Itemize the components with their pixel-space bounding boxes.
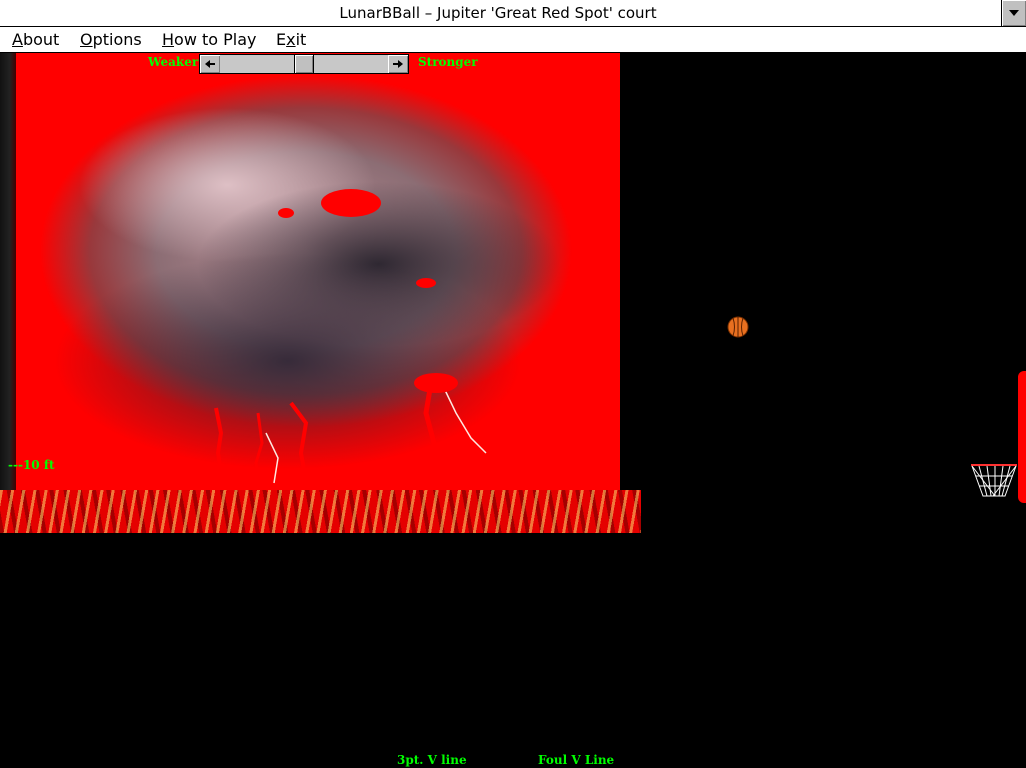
court-area[interactable]: Weaker Stronger ---10 ft 3pt. V line Fou… [0, 53, 1026, 768]
backboard [1018, 371, 1026, 503]
slider-track[interactable] [220, 55, 388, 73]
lava-floor [0, 490, 641, 533]
background-edge [0, 53, 16, 493]
menu-bar: About Options How to Play Exit [0, 27, 1026, 53]
menu-options[interactable]: Options [80, 30, 142, 49]
scroll-down-icon [1009, 10, 1019, 16]
slider-thumb[interactable] [294, 55, 314, 73]
slider-left-button[interactable] [200, 55, 220, 73]
foul-line-label: Foul V Line [538, 753, 615, 767]
menu-exit[interactable]: Exit [276, 30, 306, 49]
arrow-left-icon [205, 60, 215, 68]
slider-right-button[interactable] [388, 55, 408, 73]
stronger-label: Stronger [418, 55, 478, 69]
basketball-hoop [971, 464, 1017, 497]
power-slider[interactable] [199, 54, 409, 74]
arrow-right-icon [393, 60, 403, 68]
title-bar: LunarBBall – Jupiter 'Great Red Spot' co… [0, 0, 1026, 27]
basketball[interactable] [727, 316, 749, 338]
window-title: LunarBBall – Jupiter 'Great Red Spot' co… [339, 4, 657, 22]
menu-about[interactable]: About [12, 30, 59, 49]
height-marker-label: ---10 ft [8, 458, 55, 472]
great-red-spot-background [16, 53, 620, 493]
menu-how-to-play[interactable]: How to Play [162, 30, 257, 49]
weaker-label: Weaker [148, 55, 199, 69]
three-point-line-label: 3pt. V line [397, 753, 467, 767]
scroll-down-button[interactable] [1001, 0, 1026, 26]
lightning-graphic [214, 189, 487, 493]
